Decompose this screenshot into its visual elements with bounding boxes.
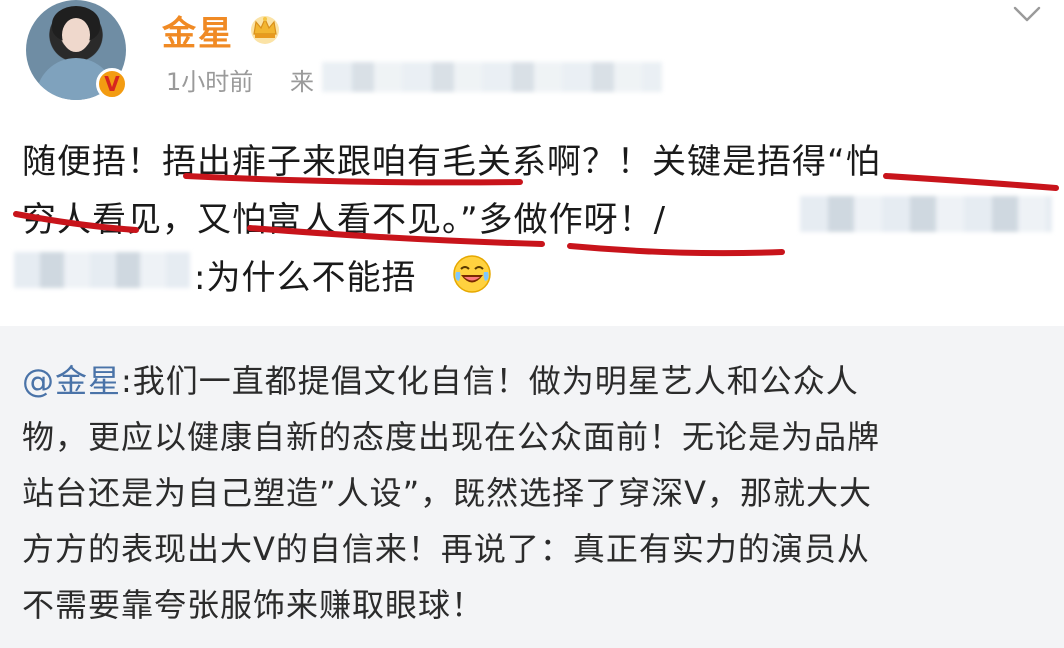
laugh-cry-emoji-icon xyxy=(453,255,491,293)
repost-line-2: 物，更应以健康自新的态度出现在公众面前！无论是为品牌 xyxy=(22,418,881,456)
blurred-username xyxy=(14,252,190,288)
weibo-post-screenshot: V 金星 1小时前 来 随便捂！捂出痱子来跟咱有毛关系啊？！关键是捂得“怕 穷人… xyxy=(0,0,1064,648)
author-name[interactable]: 金星 xyxy=(162,6,234,55)
repost-line-4: 方方的表现出大V的自信来！再说了：真正有实力的演员从 xyxy=(22,530,870,568)
post-source-label: 来 xyxy=(290,68,314,96)
mention-link[interactable]: @金星 xyxy=(22,362,121,400)
repost-line-5: 不需要靠夸张服饰来赚取眼球！ xyxy=(22,586,485,624)
blurred-source xyxy=(322,62,662,92)
post-timestamp: 1小时前 xyxy=(166,68,254,96)
avatar-face xyxy=(62,18,90,52)
repost-line-1-text: :我们一直都提倡文化自信！做为明星艺人和公众人 xyxy=(121,362,859,400)
post-body-line-2: 穷人看见，又怕富人看不见。”多做作呀！/ xyxy=(22,200,667,240)
verified-badge: V xyxy=(96,68,128,100)
chevron-down-icon[interactable] xyxy=(1012,4,1042,24)
post-body-line-1: 随便捂！捂出痱子来跟咱有毛关系啊？！关键是捂得“怕 xyxy=(22,142,881,182)
repost-line-1: @金星:我们一直都提倡文化自信！做为明星艺人和公众人 xyxy=(22,356,859,402)
repost-line-3: 站台还是为自己塑造”人设”，既然选择了穿深V，那就大大 xyxy=(22,474,873,512)
post-body-line-3: :为什么不能捂 xyxy=(194,258,417,298)
blurred-username xyxy=(800,196,1052,232)
crown-icon xyxy=(251,16,279,44)
